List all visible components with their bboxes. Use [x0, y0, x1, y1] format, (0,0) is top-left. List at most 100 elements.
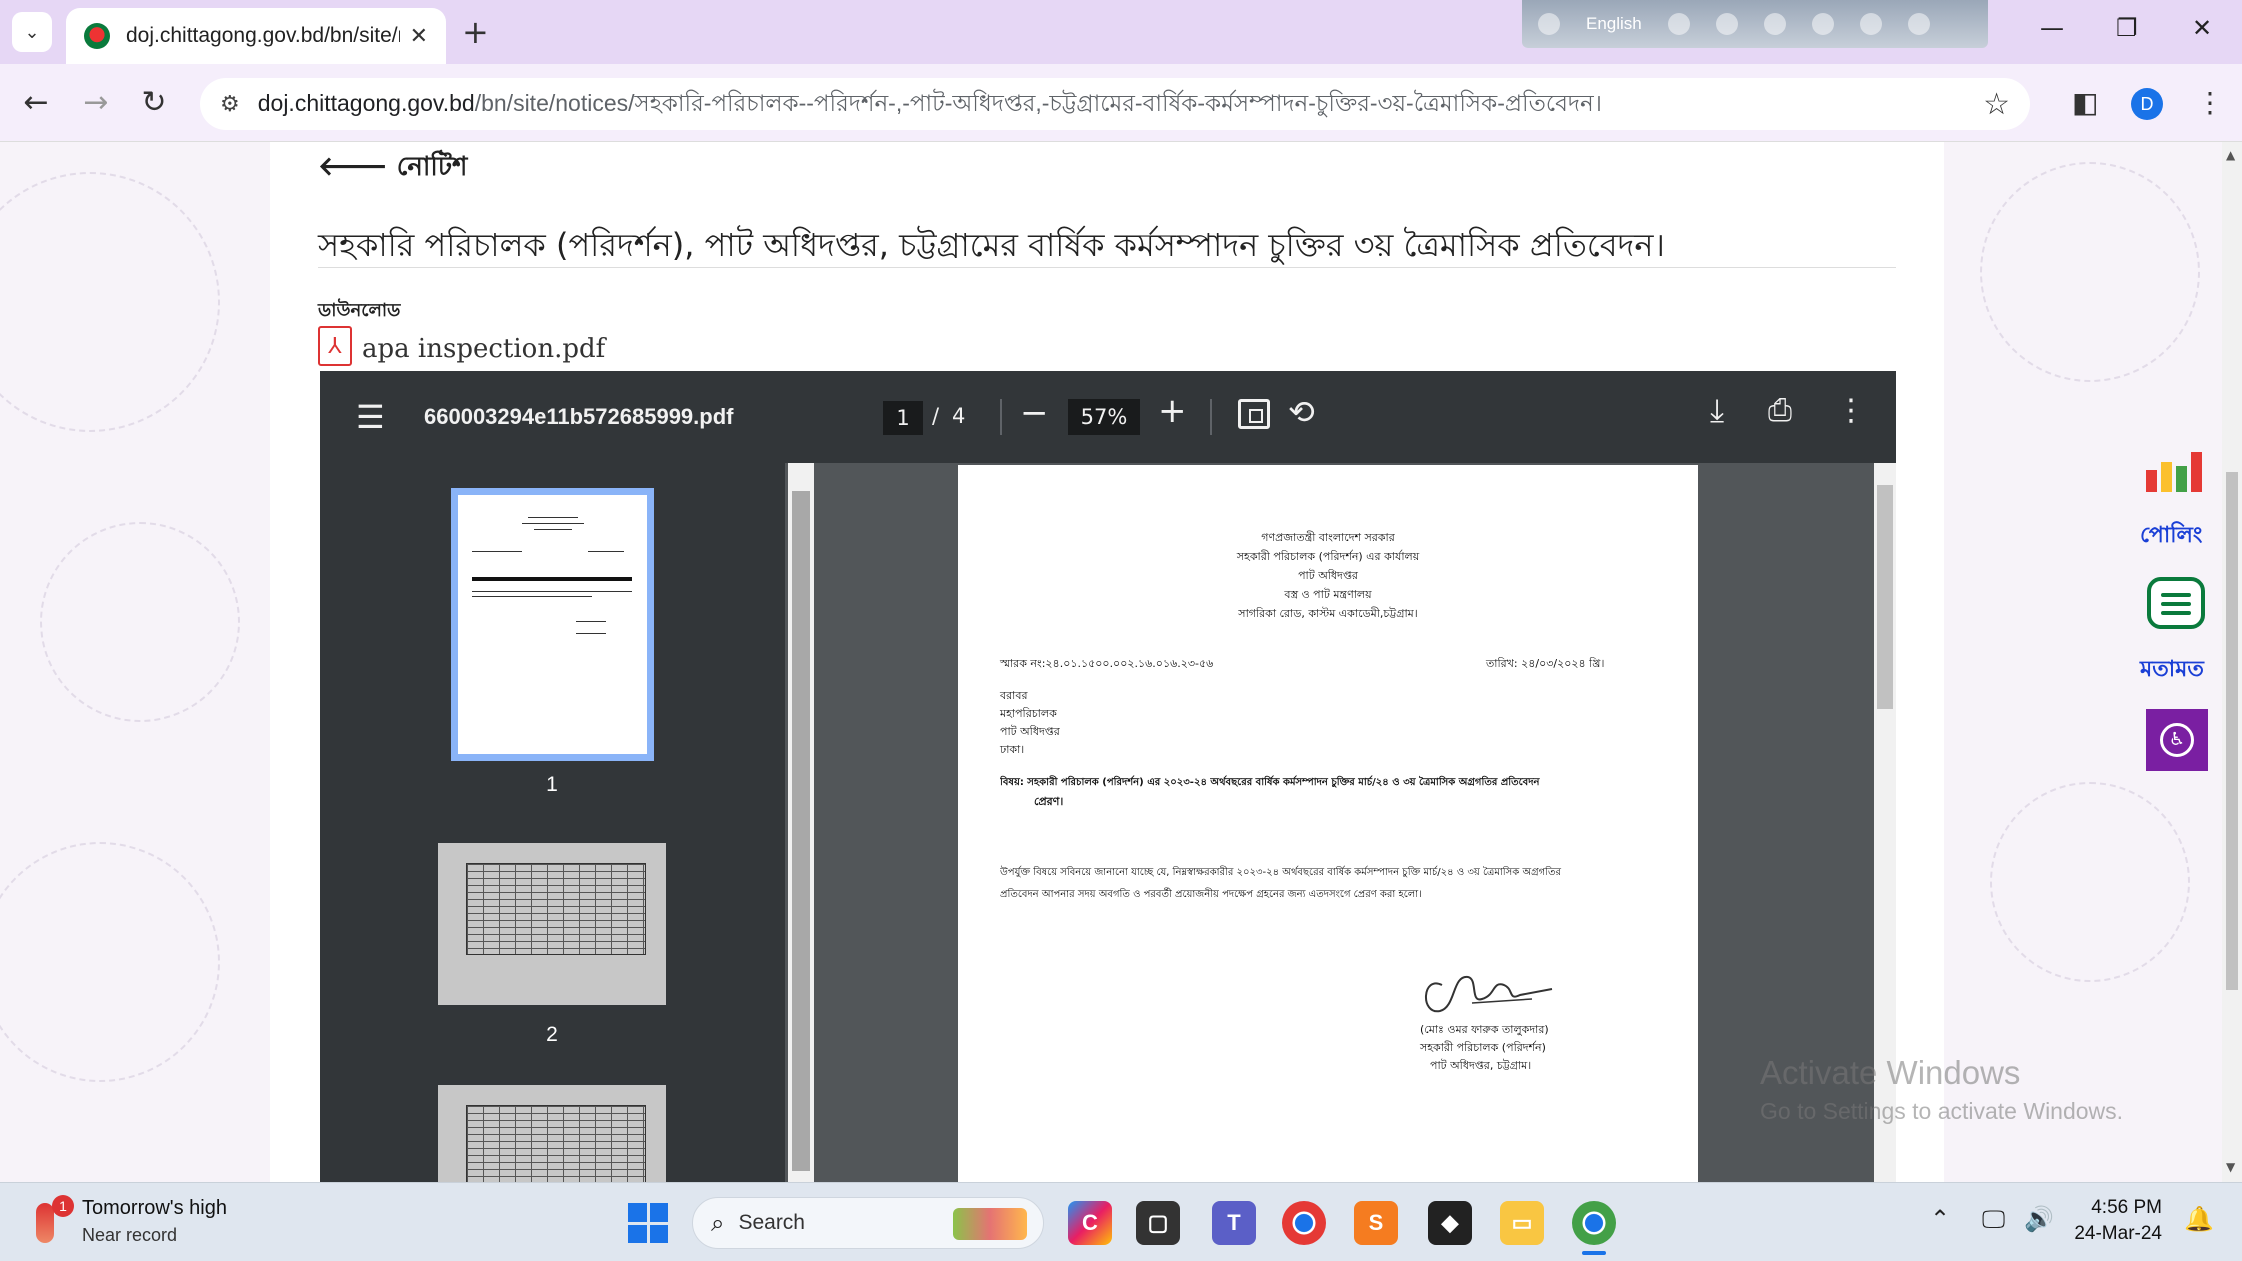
divider [318, 267, 1896, 268]
tab-strip: ⌄ doj.chittagong.gov.bd/bn/site/n ✕ + En… [0, 0, 2242, 64]
doc-header-line: বস্ত্র ও পাট মন্ত্রণালয় [1284, 588, 1372, 601]
fit-to-page-icon[interactable] [1238, 399, 1270, 429]
minimize-icon[interactable]: — [2040, 14, 2064, 42]
weather-subtitle[interactable]: Near record [82, 1225, 177, 1246]
doc-recipient-line: পাট অধিদপ্তর [1000, 725, 1060, 738]
poll-link[interactable]: পোলিং [2140, 518, 2202, 555]
sublime-text-icon[interactable]: S [1354, 1201, 1398, 1245]
bookmark-star-icon[interactable]: ☆ [1983, 87, 2010, 122]
url-text[interactable]: doj.chittagong.gov.bd/bn/site/notices/সহ… [258, 85, 1983, 124]
feedback-icon[interactable] [2147, 577, 2205, 629]
scroll-up-icon[interactable]: ▲ [2226, 148, 2235, 162]
scroll-down-icon[interactable]: ▼ [2226, 1160, 2235, 1174]
clock-date: 24-Mar-24 [2074, 1223, 2162, 1244]
doc-signature-line: (মোঃ ওমর ফারুক তালুকদার) [1420, 1023, 1549, 1036]
accessibility-button[interactable]: ♿ [2146, 709, 2208, 771]
pen-icon[interactable] [1811, 13, 1834, 35]
url-host: doj.chittagong.gov.bd [257, 89, 475, 116]
keyboard-icon[interactable] [1667, 13, 1690, 35]
close-window-icon[interactable]: ✕ [2192, 14, 2212, 42]
file-explorer-icon[interactable]: ▭ [1500, 1201, 1544, 1245]
doc-recipient-line: মহাপরিচালক [1000, 707, 1057, 720]
decorative-pattern [0, 172, 220, 432]
new-tab-plus-icon[interactable]: + [462, 16, 489, 48]
download-icon[interactable]: ⤓ [1710, 391, 1724, 430]
page-total: 4 [952, 404, 966, 428]
scrollbar-thumb[interactable] [2226, 472, 2238, 990]
weather-thermometer-icon[interactable] [36, 1203, 54, 1243]
media-app-icon[interactable]: ◆ [1428, 1201, 1472, 1245]
notifications-bell-icon[interactable]: 🔔 [2184, 1205, 2214, 1233]
watermark-subtitle: Go to Settings to activate Windows. [1760, 1098, 2124, 1124]
site-favicon-icon [84, 23, 110, 49]
back-arrow-icon[interactable]: ← [16, 82, 56, 122]
page-separator: / [932, 404, 940, 428]
zoom-in-icon[interactable]: + [1158, 391, 1187, 431]
rotate-icon[interactable]: ⟲ [1288, 393, 1315, 431]
forward-arrow-icon[interactable]: → [76, 82, 116, 122]
url-path: /bn/site/notices/সহকারি-পরিচালক--পরিদর্শ… [474, 89, 1602, 116]
thumbnail-page-3[interactable] [438, 1085, 666, 1182]
doc-header-line: গণপ্রজাতন্ত্রী বাংলাদেশ সরকার [1261, 531, 1395, 544]
zoom-input[interactable]: 57% [1068, 399, 1140, 435]
input-method-icon[interactable] [1538, 13, 1560, 35]
doc-subject-cont: প্রেরণ। [1034, 795, 1064, 808]
tab-title: doj.chittagong.gov.bd/bn/site/n [126, 24, 400, 47]
document-area: গণপ্রজাতন্ত্রী বাংলাদেশ সরকার সহকারী পরি… [814, 463, 1896, 1182]
doc-date: তারিখ: ২৪/০৩/২০২৪ খ্রি। [1486, 657, 1605, 670]
tab-close-icon[interactable]: ✕ [410, 24, 428, 49]
chrome-active-icon[interactable] [1572, 1201, 1616, 1255]
address-bar[interactable]: ⚙ doj.chittagong.gov.bd/bn/site/notices/… [200, 78, 2030, 130]
accessibility-icon: ♿ [2160, 723, 2194, 757]
copilot-icon[interactable]: C [1068, 1201, 1112, 1245]
side-panel-icon[interactable]: ◧ [2072, 86, 2098, 119]
pdf-toolbar: ☰ 660003294e11b572685999.pdf 1 / 4 − 57%… [320, 371, 1896, 463]
browser-menu-icon[interactable]: ⋮ [2196, 86, 2224, 119]
toolbar-divider [1210, 399, 1212, 435]
thumbnail-page-2[interactable] [438, 843, 666, 1005]
reload-icon[interactable]: ↻ [134, 82, 174, 122]
attachment-link[interactable]: apa inspection.pdf [362, 334, 605, 364]
system-clock[interactable]: 4:56 PM 24-Mar-24 [2066, 1197, 2162, 1245]
back-arrow-icon: 🡐 [318, 152, 397, 182]
print-icon[interactable]: ⎙ [1768, 393, 1792, 428]
show-hidden-icons-chevron-up-icon[interactable]: ⌃ [1930, 1205, 1950, 1233]
back-to-notices-link[interactable]: 🡐 নোটিশ [318, 146, 467, 190]
network-icon[interactable]: 🖵 [1982, 1205, 2005, 1233]
windows-start-icon[interactable] [628, 1203, 668, 1243]
more-options-icon[interactable]: ⋮ [1836, 393, 1866, 428]
thumbnail-scrollbar[interactable] [788, 463, 814, 1182]
info-icon[interactable] [1907, 13, 1930, 35]
doc-header-line: পাট অধিদপ্তর [1298, 569, 1358, 582]
language-bar: English [1522, 0, 1988, 48]
page-number-input[interactable]: 1 [883, 401, 923, 435]
restore-icon[interactable]: ❐ [2116, 14, 2138, 42]
pdf-file-icon[interactable]: ⅄ [318, 326, 352, 366]
language-bar-label[interactable]: English [1586, 14, 1642, 34]
feedback-link[interactable]: মতামত [2140, 652, 2204, 689]
tab-search-chevron-down-icon[interactable]: ⌄ [12, 12, 52, 52]
tool-icon[interactable] [1715, 13, 1738, 35]
site-info-icon[interactable]: ⚙ [220, 92, 240, 117]
task-view-icon[interactable]: ▢ [1136, 1201, 1180, 1245]
thumbnail-page-1[interactable] [451, 488, 654, 761]
browser-tab-active[interactable]: doj.chittagong.gov.bd/bn/site/n ✕ [66, 8, 446, 64]
thumbnail-sidebar: 1 2 [320, 463, 785, 1182]
doc-header-line: সাগরিকা রোড, কাস্টম একাডেমী,চট্টগ্রাম। [1238, 607, 1418, 620]
help-icon[interactable] [1859, 13, 1882, 35]
settings-gear-icon[interactable] [1763, 13, 1786, 35]
taskbar-search[interactable]: ⌕ Search [692, 1197, 1044, 1249]
teams-icon[interactable]: T [1212, 1201, 1256, 1245]
hamburger-menu-icon[interactable]: ☰ [356, 401, 385, 433]
page-scrollbar[interactable]: ▲ ▼ [2222, 142, 2242, 1182]
weather-title[interactable]: Tomorrow's high [82, 1197, 227, 1220]
doc-memo-number: স্মারক নং:২৪.০১.১৫০০.০০২.১৬.০১৬.২৩-৫৬ [1000, 657, 1214, 670]
doc-recipient-line: বরাবর [1000, 689, 1028, 702]
thumbnail-page-number: 2 [546, 1023, 558, 1046]
chrome-icon[interactable] [1282, 1201, 1326, 1245]
poll-chart-icon[interactable] [2146, 450, 2208, 492]
doc-recipient-line: ঢাকা। [1000, 743, 1025, 756]
zoom-out-icon[interactable]: − [1020, 393, 1049, 433]
volume-icon[interactable]: 🔊 [2024, 1205, 2054, 1233]
profile-avatar[interactable]: D [2131, 88, 2163, 120]
